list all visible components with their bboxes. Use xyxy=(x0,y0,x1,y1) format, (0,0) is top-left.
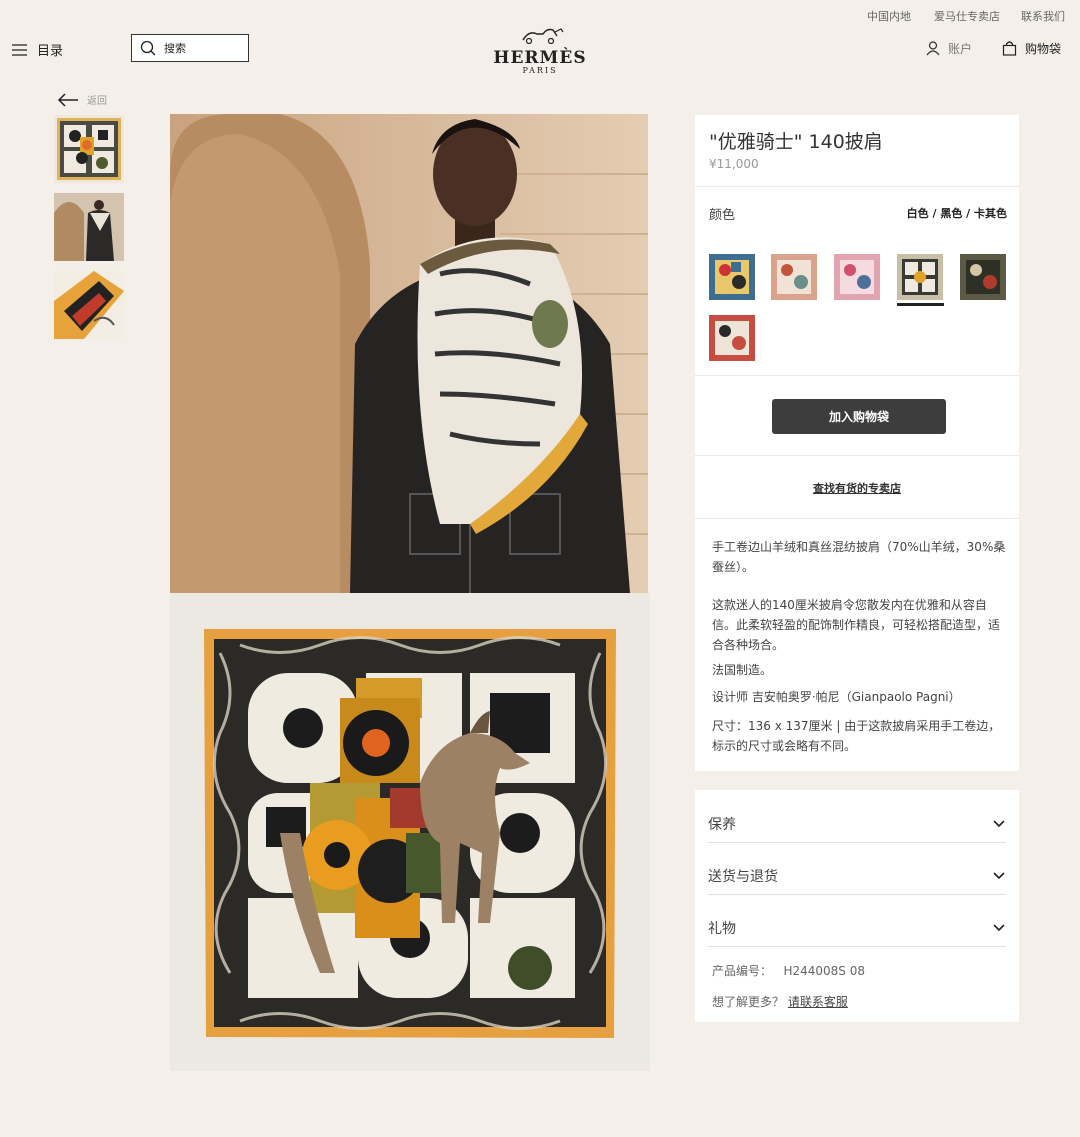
arrow-left-icon xyxy=(57,92,78,107)
back-label: 返回 xyxy=(87,96,107,107)
brand-logo[interactable]: HERMÈS PARIS xyxy=(490,26,590,75)
accordion-shipping-label: 送货与退货 xyxy=(708,869,778,885)
swatch-peach-image xyxy=(771,254,817,300)
accordion-gift-label: 礼物 xyxy=(708,921,736,937)
more-label: 想了解更多？ xyxy=(712,995,785,1009)
swatch-green-image xyxy=(960,254,1006,300)
contact-prompt: 想了解更多？ 请联系客服 xyxy=(712,993,848,1010)
chevron-down-icon xyxy=(993,924,1005,932)
back-button[interactable]: 返回 xyxy=(57,92,107,107)
menu-label: 目录 xyxy=(37,44,64,59)
swatch-white-black-khaki[interactable] xyxy=(897,254,943,300)
divider xyxy=(708,946,1006,947)
swatch-red[interactable] xyxy=(709,315,755,361)
swatch-white-image xyxy=(897,254,943,300)
description-material: 手工卷边山羊绒和真丝混纺披肩（70%山羊绒，30%桑蚕丝）。 xyxy=(712,540,1006,574)
product-code-label: 产品编号： xyxy=(712,964,773,978)
product-price: ¥11,000 xyxy=(709,157,759,171)
account-button[interactable]: 账户 xyxy=(926,40,972,57)
model-photo-image xyxy=(54,193,124,261)
search-placeholder: 搜索 xyxy=(164,42,186,55)
color-value: 白色 / 黑色 / 卡其色 xyxy=(906,207,1007,220)
thumbnail-scarf-flat[interactable] xyxy=(54,115,124,183)
swatch-pink[interactable] xyxy=(834,254,880,300)
cart-label: 购物袋 xyxy=(1025,42,1062,56)
search-icon xyxy=(140,40,156,56)
swatch-selected-indicator xyxy=(897,303,944,306)
divider xyxy=(695,375,1019,376)
thumbnail-model-full[interactable] xyxy=(54,193,124,261)
swatch-peach[interactable] xyxy=(771,254,817,300)
utility-link-stores[interactable]: 爱马仕专卖店 xyxy=(934,8,1000,24)
divider xyxy=(695,455,1019,456)
scarf-detail-image xyxy=(54,271,124,339)
account-label: 账户 xyxy=(948,42,973,56)
info-accordion-panel: 保养 送货与退货 礼物 产品编号： H244008S 08 想了解更多？ 请联系… xyxy=(695,790,1019,1022)
scarf-flat-image xyxy=(170,593,650,1071)
utility-link-region[interactable]: 中国内地 xyxy=(867,8,911,24)
hamburger-icon xyxy=(12,43,27,56)
user-icon xyxy=(926,41,940,56)
menu-button[interactable]: 目录 xyxy=(12,40,63,59)
thumbnail-scarf-detail[interactable] xyxy=(54,271,124,339)
search-input[interactable]: 搜索 xyxy=(131,34,249,62)
swatch-red-image xyxy=(709,315,755,361)
find-store-link[interactable]: 查找有货的专卖店 xyxy=(695,480,1019,496)
swatch-dark-green[interactable] xyxy=(960,254,1006,300)
description-designer: 设计师 吉安帕奥罗·帕尼（Gianpaolo Pagni） xyxy=(712,690,961,704)
product-photo-model xyxy=(170,114,648,593)
chevron-down-icon xyxy=(993,820,1005,828)
product-code: 产品编号： H244008S 08 xyxy=(712,962,865,979)
product-info-panel: "优雅骑士" 140披肩 ¥11,000 颜色 白色 / 黑色 / 卡其色 加入… xyxy=(695,115,1019,771)
logo-title: HERMÈS xyxy=(493,48,587,68)
swatch-blue-image xyxy=(709,254,755,300)
add-to-bag-button[interactable]: 加入购物袋 xyxy=(772,399,946,434)
accordion-care-label: 保养 xyxy=(708,817,736,833)
divider xyxy=(708,894,1006,895)
contact-service-link[interactable]: 请联系客服 xyxy=(788,995,848,1009)
model-wearing-scarf-image xyxy=(170,114,648,593)
description-size: 尺寸：136 x 137厘米 | 由于这款披肩采用手工卷边，标示的尺寸或会略有不… xyxy=(712,719,1001,753)
product-title: "优雅骑士" 140披肩 xyxy=(709,131,883,153)
product-photo-scarf xyxy=(170,593,650,1071)
utility-link-contact[interactable]: 联系我们 xyxy=(1021,8,1065,24)
description-origin: 法国制造。 xyxy=(712,663,773,677)
description-intro: 这款迷人的140厘米披肩令您散发内在优雅和从容自信。此柔软轻盈的配饰制作精良，可… xyxy=(712,598,1001,652)
swatch-pink-image xyxy=(834,254,880,300)
divider xyxy=(695,186,1019,187)
chevron-down-icon xyxy=(993,872,1005,880)
color-label: 颜色 xyxy=(709,208,736,223)
product-code-value: H244008S 08 xyxy=(783,964,866,978)
swatch-blue[interactable] xyxy=(709,254,755,300)
shopping-bag-icon xyxy=(1002,41,1017,56)
cart-button[interactable]: 购物袋 xyxy=(1002,40,1061,57)
carriage-logo-icon xyxy=(522,28,564,45)
divider xyxy=(695,518,1019,519)
divider xyxy=(708,842,1006,843)
scarf-pattern-image xyxy=(57,118,121,180)
